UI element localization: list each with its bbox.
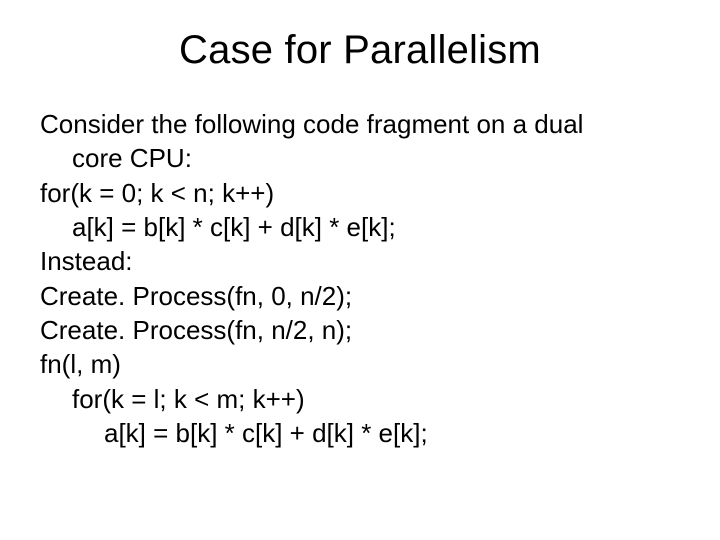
body-line: Create. Process(fn, n/2, n); (40, 313, 680, 347)
body-line: fn(l, m) (40, 347, 680, 381)
body-line: core CPU: (40, 141, 680, 175)
slide: Case for Parallelism Consider the follow… (0, 0, 720, 540)
body-line: a[k] = b[k] * c[k] + d[k] * e[k]; (40, 210, 680, 244)
body-line: a[k] = b[k] * c[k] + d[k] * e[k]; (40, 416, 680, 450)
body-line: Consider the following code fragment on … (40, 107, 680, 141)
body-line: for(k = 0; k < n; k++) (40, 176, 680, 210)
body-line: Instead: (40, 244, 680, 278)
slide-body: Consider the following code fragment on … (40, 107, 680, 450)
body-line: for(k = l; k < m; k++) (40, 382, 680, 416)
body-line: Create. Process(fn, 0, n/2); (40, 279, 680, 313)
slide-title: Case for Parallelism (40, 28, 680, 73)
